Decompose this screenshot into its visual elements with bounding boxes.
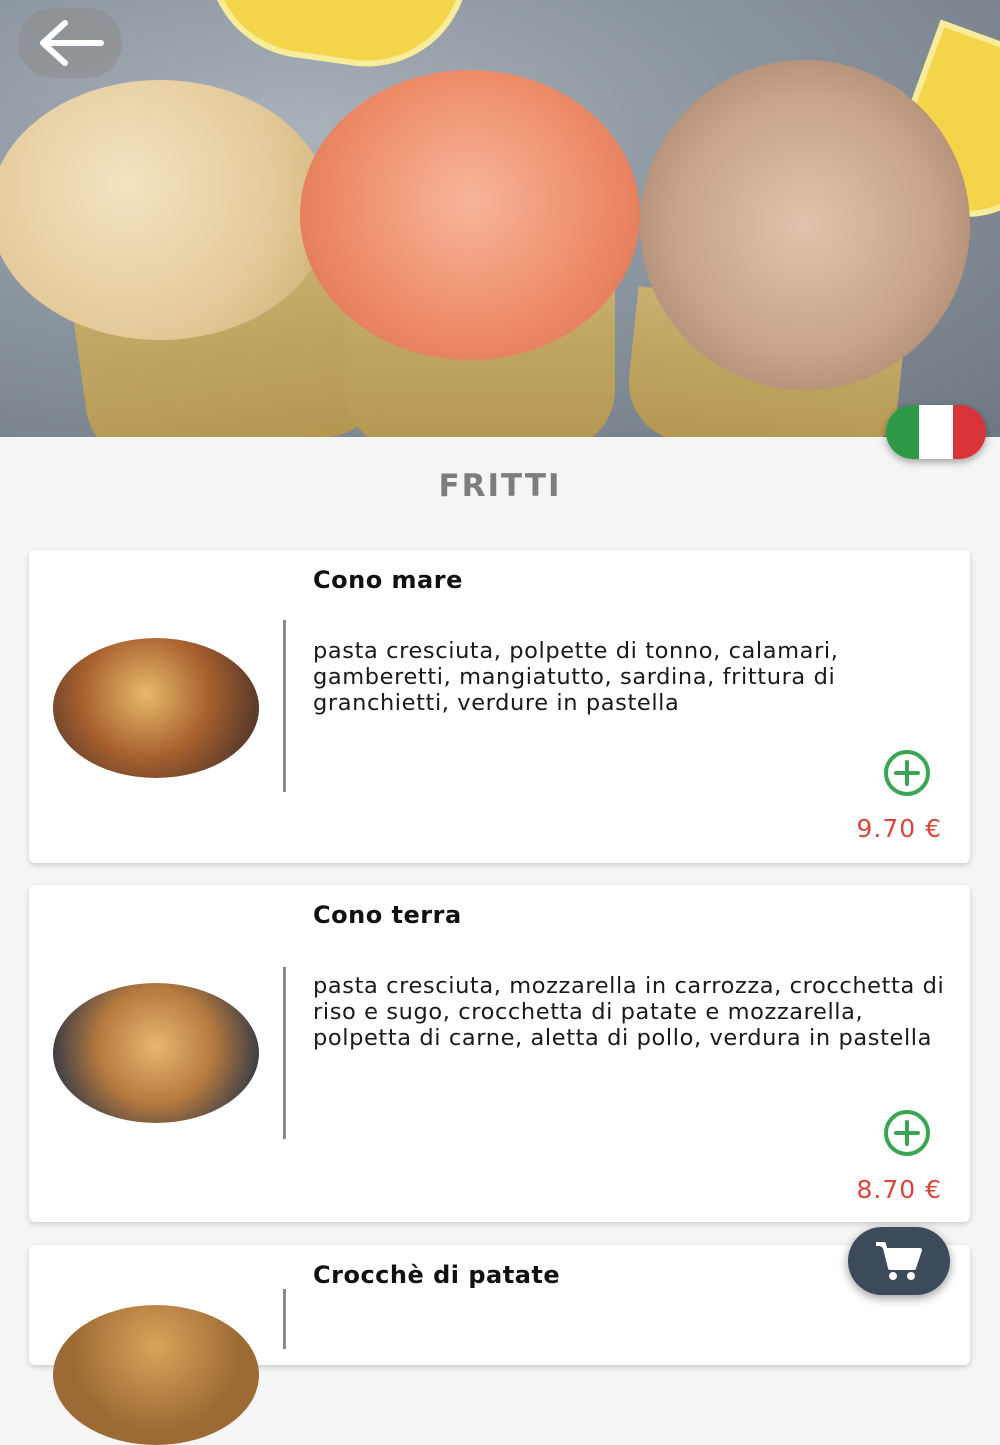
item-name: Crocchè di patate	[313, 1261, 561, 1289]
lemon-slice	[194, 0, 468, 80]
item-description: pasta cresciuta, mozzarella in carrozza,…	[313, 973, 945, 1051]
item-divider	[283, 1289, 286, 1349]
fried-calamari	[0, 80, 330, 340]
back-button[interactable]	[18, 8, 122, 78]
item-name: Cono terra	[313, 901, 462, 929]
section-title: FRITTI	[438, 468, 562, 504]
arrow-left-icon	[40, 20, 104, 66]
item-divider	[283, 620, 286, 792]
item-divider	[283, 967, 286, 1139]
item-price: 8.70 €	[856, 1175, 942, 1204]
item-thumbnail	[53, 1305, 259, 1445]
fried-shrimp	[300, 70, 640, 360]
item-price: 9.70 €	[856, 814, 942, 843]
menu-item-card[interactable]: Cono terra pasta cresciuta, mozzarella i…	[29, 885, 970, 1222]
item-thumbnail	[53, 638, 259, 778]
plus-circle-icon[interactable]	[883, 749, 931, 797]
item-thumbnail	[53, 983, 259, 1123]
item-description: pasta cresciuta, polpette di tonno, cala…	[313, 638, 839, 716]
cart-button[interactable]	[848, 1227, 950, 1295]
shopping-cart-icon	[876, 1242, 922, 1280]
flag-white	[919, 405, 953, 459]
hero-image	[0, 0, 1000, 437]
menu-item-card[interactable]: Crocchè di patate	[29, 1245, 970, 1445]
item-name: Cono mare	[313, 566, 463, 594]
plus-circle-icon[interactable]	[883, 1109, 931, 1157]
language-flag-button[interactable]	[886, 405, 986, 459]
menu-item-card[interactable]: Cono mare pasta cresciuta, polpette di t…	[29, 550, 970, 863]
fried-mix	[640, 60, 970, 390]
